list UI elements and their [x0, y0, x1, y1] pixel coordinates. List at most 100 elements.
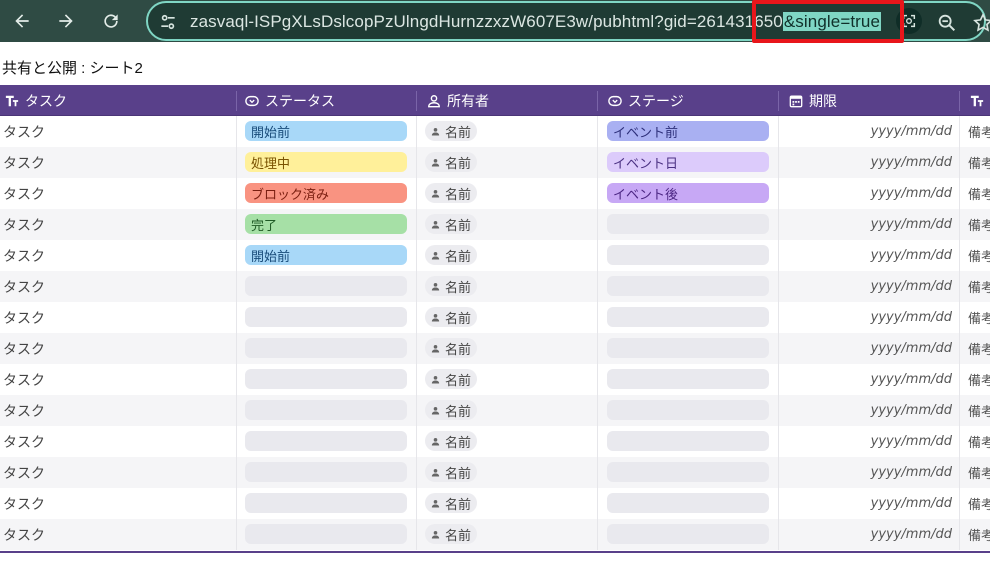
- due-date-cell[interactable]: yyyy/mm/dd: [871, 426, 952, 457]
- owner-chip[interactable]: 名前: [425, 338, 477, 358]
- status-chip[interactable]: [245, 462, 407, 482]
- task-cell[interactable]: タスク: [3, 395, 45, 426]
- status-chip[interactable]: 開始前: [245, 121, 407, 141]
- due-date-cell[interactable]: yyyy/mm/dd: [871, 364, 952, 395]
- due-date-cell[interactable]: yyyy/mm/dd: [871, 116, 952, 147]
- stage-chip[interactable]: [607, 276, 769, 296]
- task-cell[interactable]: タスク: [3, 178, 45, 209]
- reload-button[interactable]: [94, 4, 128, 38]
- owner-chip[interactable]: 名前: [425, 462, 477, 482]
- column-header-owner[interactable]: 所有者: [427, 85, 489, 116]
- bookmark-star-icon[interactable]: [972, 12, 990, 34]
- stage-chip[interactable]: [607, 400, 769, 420]
- owner-chip[interactable]: 名前: [425, 400, 477, 420]
- stage-chip[interactable]: イベント日: [607, 152, 769, 172]
- due-date-cell[interactable]: yyyy/mm/dd: [871, 488, 952, 519]
- column-header-due-date[interactable]: 期限: [789, 85, 837, 116]
- stage-chip[interactable]: [607, 307, 769, 327]
- task-cell[interactable]: タスク: [3, 271, 45, 302]
- status-chip[interactable]: [245, 307, 407, 327]
- due-date-cell[interactable]: yyyy/mm/dd: [871, 178, 952, 209]
- owner-chip[interactable]: 名前: [425, 493, 477, 513]
- person-icon: [431, 220, 440, 228]
- due-date-cell[interactable]: yyyy/mm/dd: [871, 147, 952, 178]
- status-chip[interactable]: [245, 400, 407, 420]
- column-header-stage[interactable]: ステージ: [608, 85, 684, 116]
- status-chip[interactable]: 開始前: [245, 245, 407, 265]
- column-header-task[interactable]: タスク: [5, 85, 67, 116]
- task-cell[interactable]: タスク: [3, 302, 45, 333]
- memo-cell[interactable]: 備考: [968, 240, 990, 271]
- task-cell[interactable]: タスク: [3, 209, 45, 240]
- column-header-memo[interactable]: [970, 85, 984, 116]
- stage-chip[interactable]: [607, 369, 769, 389]
- due-date-cell[interactable]: yyyy/mm/dd: [871, 209, 952, 240]
- stage-chip[interactable]: [607, 431, 769, 451]
- owner-chip[interactable]: 名前: [425, 214, 477, 234]
- memo-cell[interactable]: 備考: [968, 147, 990, 178]
- stage-chip[interactable]: [607, 214, 769, 234]
- memo-cell[interactable]: 備考: [968, 302, 990, 333]
- status-chip[interactable]: [245, 369, 407, 389]
- status-chip[interactable]: ブロック済み: [245, 183, 407, 203]
- column-header-status[interactable]: ステータス: [245, 85, 335, 116]
- due-date-cell[interactable]: yyyy/mm/dd: [871, 240, 952, 271]
- due-date-cell[interactable]: yyyy/mm/dd: [871, 302, 952, 333]
- due-date-cell[interactable]: yyyy/mm/dd: [871, 333, 952, 364]
- owner-chip[interactable]: 名前: [425, 307, 477, 327]
- task-cell[interactable]: タスク: [3, 426, 45, 457]
- stage-chip[interactable]: [607, 493, 769, 513]
- cell-divider: [597, 178, 598, 209]
- status-chip[interactable]: [245, 338, 407, 358]
- owner-chip[interactable]: 名前: [425, 431, 477, 451]
- task-cell[interactable]: タスク: [3, 116, 45, 147]
- cell-divider: [959, 457, 960, 488]
- memo-cell[interactable]: 備考: [968, 178, 990, 209]
- stage-chip[interactable]: イベント後: [607, 183, 769, 203]
- stage-chip[interactable]: イベント前: [607, 121, 769, 141]
- table-row: タスク ブロック済み 名前 イベント後 yyyy/mm/dd 備考: [0, 178, 990, 209]
- task-cell[interactable]: タスク: [3, 240, 45, 271]
- task-cell[interactable]: タスク: [3, 519, 45, 550]
- status-chip[interactable]: 処理中: [245, 152, 407, 172]
- status-chip[interactable]: [245, 524, 407, 544]
- task-cell[interactable]: タスク: [3, 333, 45, 364]
- memo-cell[interactable]: 備考: [968, 333, 990, 364]
- memo-cell[interactable]: 備考: [968, 116, 990, 147]
- memo-cell[interactable]: 備考: [968, 488, 990, 519]
- task-cell[interactable]: タスク: [3, 457, 45, 488]
- task-cell[interactable]: タスク: [3, 147, 45, 178]
- zoom-icon[interactable]: [936, 12, 958, 34]
- due-date-cell[interactable]: yyyy/mm/dd: [871, 457, 952, 488]
- memo-cell[interactable]: 備考: [968, 519, 990, 550]
- memo-cell[interactable]: 備考: [968, 271, 990, 302]
- status-chip[interactable]: 完了: [245, 214, 407, 234]
- status-chip[interactable]: [245, 276, 407, 296]
- owner-chip[interactable]: 名前: [425, 183, 477, 203]
- owner-chip[interactable]: 名前: [425, 152, 477, 172]
- forward-button[interactable]: [49, 4, 83, 38]
- owner-chip[interactable]: 名前: [425, 121, 477, 141]
- back-button[interactable]: [5, 4, 39, 38]
- memo-cell[interactable]: 備考: [968, 457, 990, 488]
- owner-chip[interactable]: 名前: [425, 245, 477, 265]
- owner-chip[interactable]: 名前: [425, 524, 477, 544]
- due-date-cell[interactable]: yyyy/mm/dd: [871, 395, 952, 426]
- stage-chip[interactable]: [607, 462, 769, 482]
- owner-chip[interactable]: 名前: [425, 369, 477, 389]
- due-date-cell[interactable]: yyyy/mm/dd: [871, 519, 952, 550]
- due-date-cell[interactable]: yyyy/mm/dd: [871, 271, 952, 302]
- status-chip[interactable]: [245, 493, 407, 513]
- stage-chip[interactable]: [607, 245, 769, 265]
- stage-chip[interactable]: [607, 338, 769, 358]
- status-chip[interactable]: [245, 431, 407, 451]
- memo-cell[interactable]: 備考: [968, 209, 990, 240]
- task-cell[interactable]: タスク: [3, 364, 45, 395]
- memo-cell[interactable]: 備考: [968, 364, 990, 395]
- site-settings-icon[interactable]: [158, 12, 178, 32]
- task-cell[interactable]: タスク: [3, 488, 45, 519]
- owner-chip[interactable]: 名前: [425, 276, 477, 296]
- memo-cell[interactable]: 備考: [968, 395, 990, 426]
- stage-chip[interactable]: [607, 524, 769, 544]
- memo-cell[interactable]: 備考: [968, 426, 990, 457]
